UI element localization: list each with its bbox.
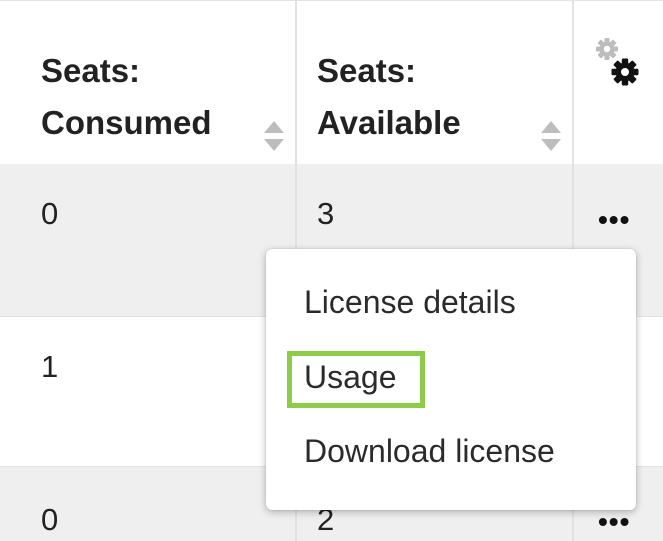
menu-item-download-license[interactable]: Download license: [304, 433, 555, 470]
sort-icon[interactable]: [263, 119, 285, 153]
cell-value: 0: [41, 196, 59, 231]
cell-value: 1: [41, 349, 59, 384]
more-horizontal-icon[interactable]: •••: [598, 206, 630, 234]
menu-item-license-details[interactable]: License details: [304, 284, 516, 321]
sort-icon[interactable]: [540, 119, 562, 153]
row-actions-menu: License details Usage Download license: [266, 249, 636, 510]
cell-seats-consumed: 0: [0, 467, 297, 541]
column-header-label: Seats: Consumed: [41, 45, 212, 149]
gear-icon[interactable]: [594, 36, 642, 90]
column-header-label: Seats: Available: [317, 45, 461, 149]
cell-seats-consumed: 1: [0, 317, 297, 466]
more-horizontal-icon[interactable]: •••: [598, 508, 630, 536]
column-header-seats-consumed[interactable]: Seats: Consumed: [0, 1, 297, 165]
column-header-seats-available[interactable]: Seats: Available: [297, 1, 574, 165]
cell-seats-consumed: 0: [0, 164, 297, 316]
column-header-label-line1: Seats:: [317, 52, 417, 89]
table-header: Seats: Consumed Seats: Available: [0, 0, 663, 165]
menu-item-usage[interactable]: Usage: [304, 359, 397, 396]
column-header-settings: [574, 1, 663, 165]
cell-value: 3: [317, 196, 335, 231]
column-header-label-line1: Seats:: [41, 52, 141, 89]
column-header-label-line2: Consumed: [41, 103, 212, 141]
cell-value: 0: [41, 502, 59, 537]
column-header-label-line2: Available: [317, 103, 461, 141]
